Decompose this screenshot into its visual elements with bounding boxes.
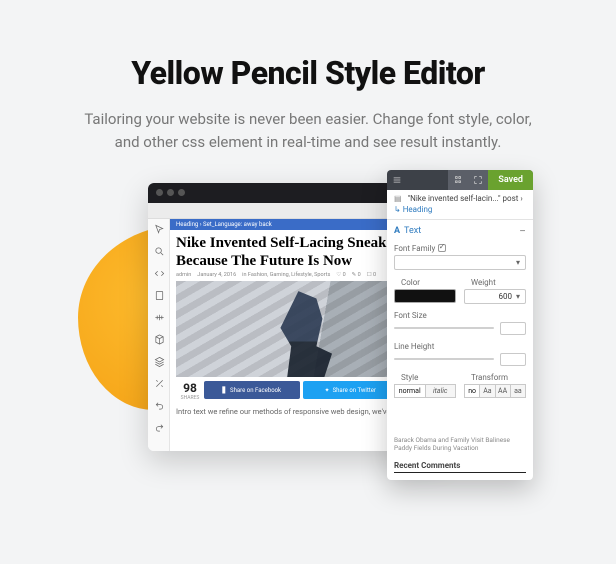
search-icon[interactable] — [148, 241, 170, 263]
meta-cats: in Fashion, Gaming, Lifestyle, Sports — [242, 272, 330, 278]
inherit-checkbox[interactable] — [438, 244, 446, 252]
code-icon[interactable] — [148, 263, 170, 285]
transform-none-button[interactable]: no — [464, 384, 480, 398]
font-size-slider[interactable] — [394, 323, 494, 333]
traffic-light-dot — [156, 189, 163, 196]
font-family-label: Font Family — [387, 241, 533, 255]
traffic-light-dot — [167, 189, 174, 196]
style-inspector-panel: Saved ▤ "Nike invented self-lacin..." po… — [387, 170, 533, 480]
pointer-tool-icon[interactable] — [148, 219, 170, 241]
wand-icon[interactable] — [148, 373, 170, 395]
line-height-slider[interactable] — [394, 354, 494, 364]
weight-select[interactable]: 600▾ — [464, 289, 526, 304]
meta-date: January 4, 2016 — [197, 272, 236, 278]
text-a-icon: A — [394, 226, 400, 236]
meta-comments: ✎ 0 — [352, 272, 361, 278]
box-icon[interactable] — [148, 329, 170, 351]
meta-likes: ♡ 0 — [336, 272, 345, 278]
showcase-stage: Heading › Set_Language: away back Nike I… — [0, 181, 616, 501]
share-count-label: SHARES — [176, 395, 204, 401]
font-size-input[interactable] — [500, 322, 526, 335]
meta-author: admin — [176, 272, 191, 278]
share-twitter-button[interactable]: ✦Share on Twitter — [303, 381, 399, 399]
transform-capitalize-button[interactable]: Aa — [480, 384, 495, 398]
share-counter: 98 SHARES — [176, 381, 204, 401]
color-label: Color — [394, 275, 456, 289]
undo-icon[interactable] — [148, 395, 170, 417]
meta-bookmark: ☐ 0 — [367, 272, 376, 278]
layers-icon[interactable] — [148, 351, 170, 373]
saved-badge: Saved — [488, 170, 533, 190]
color-swatch[interactable] — [394, 289, 456, 303]
page-title: Yellow Pencil Style Editor — [0, 54, 616, 92]
context-breadcrumb[interactable]: ▤ "Nike invented self-lacin..." post › — [387, 190, 533, 203]
settings-icon[interactable] — [448, 170, 468, 190]
collapse-icon[interactable]: − — [519, 225, 526, 237]
element-breadcrumb[interactable]: ↳ Heading — [387, 203, 533, 219]
line-height-input[interactable] — [500, 353, 526, 366]
traffic-light-dot — [178, 189, 185, 196]
weight-label: Weight — [464, 275, 526, 289]
share-count: 98 — [176, 381, 204, 395]
page-icon: ▤ — [394, 194, 402, 203]
menu-icon[interactable] — [387, 170, 407, 190]
fullscreen-icon[interactable] — [468, 170, 488, 190]
share-facebook-button[interactable]: ▋Share on Facebook — [204, 381, 300, 399]
font-family-select[interactable]: ▾ — [394, 255, 526, 270]
recent-comments-heading: Recent Comments — [394, 461, 526, 473]
section-header-text[interactable]: AText − — [387, 219, 533, 241]
page-subtitle: Tailoring your website is never been eas… — [78, 108, 538, 155]
style-normal-button[interactable]: normal — [394, 384, 426, 398]
line-height-label: Line Height — [387, 339, 533, 353]
redo-icon[interactable] — [148, 417, 170, 439]
tool-rail — [148, 219, 170, 451]
style-label: Style — [394, 370, 456, 384]
sample-text: Barack Obama and Family Visit Balinese P… — [394, 436, 526, 453]
font-size-label: Font Size — [387, 308, 533, 322]
device-icon[interactable] — [148, 285, 170, 307]
ruler-icon[interactable] — [148, 307, 170, 329]
transform-lowercase-button[interactable]: aa — [511, 384, 526, 398]
panel-toolbar: Saved — [387, 170, 533, 190]
transform-uppercase-button[interactable]: AA — [496, 384, 511, 398]
transform-label: Transform — [464, 370, 526, 384]
style-italic-button[interactable]: italic — [426, 384, 457, 398]
